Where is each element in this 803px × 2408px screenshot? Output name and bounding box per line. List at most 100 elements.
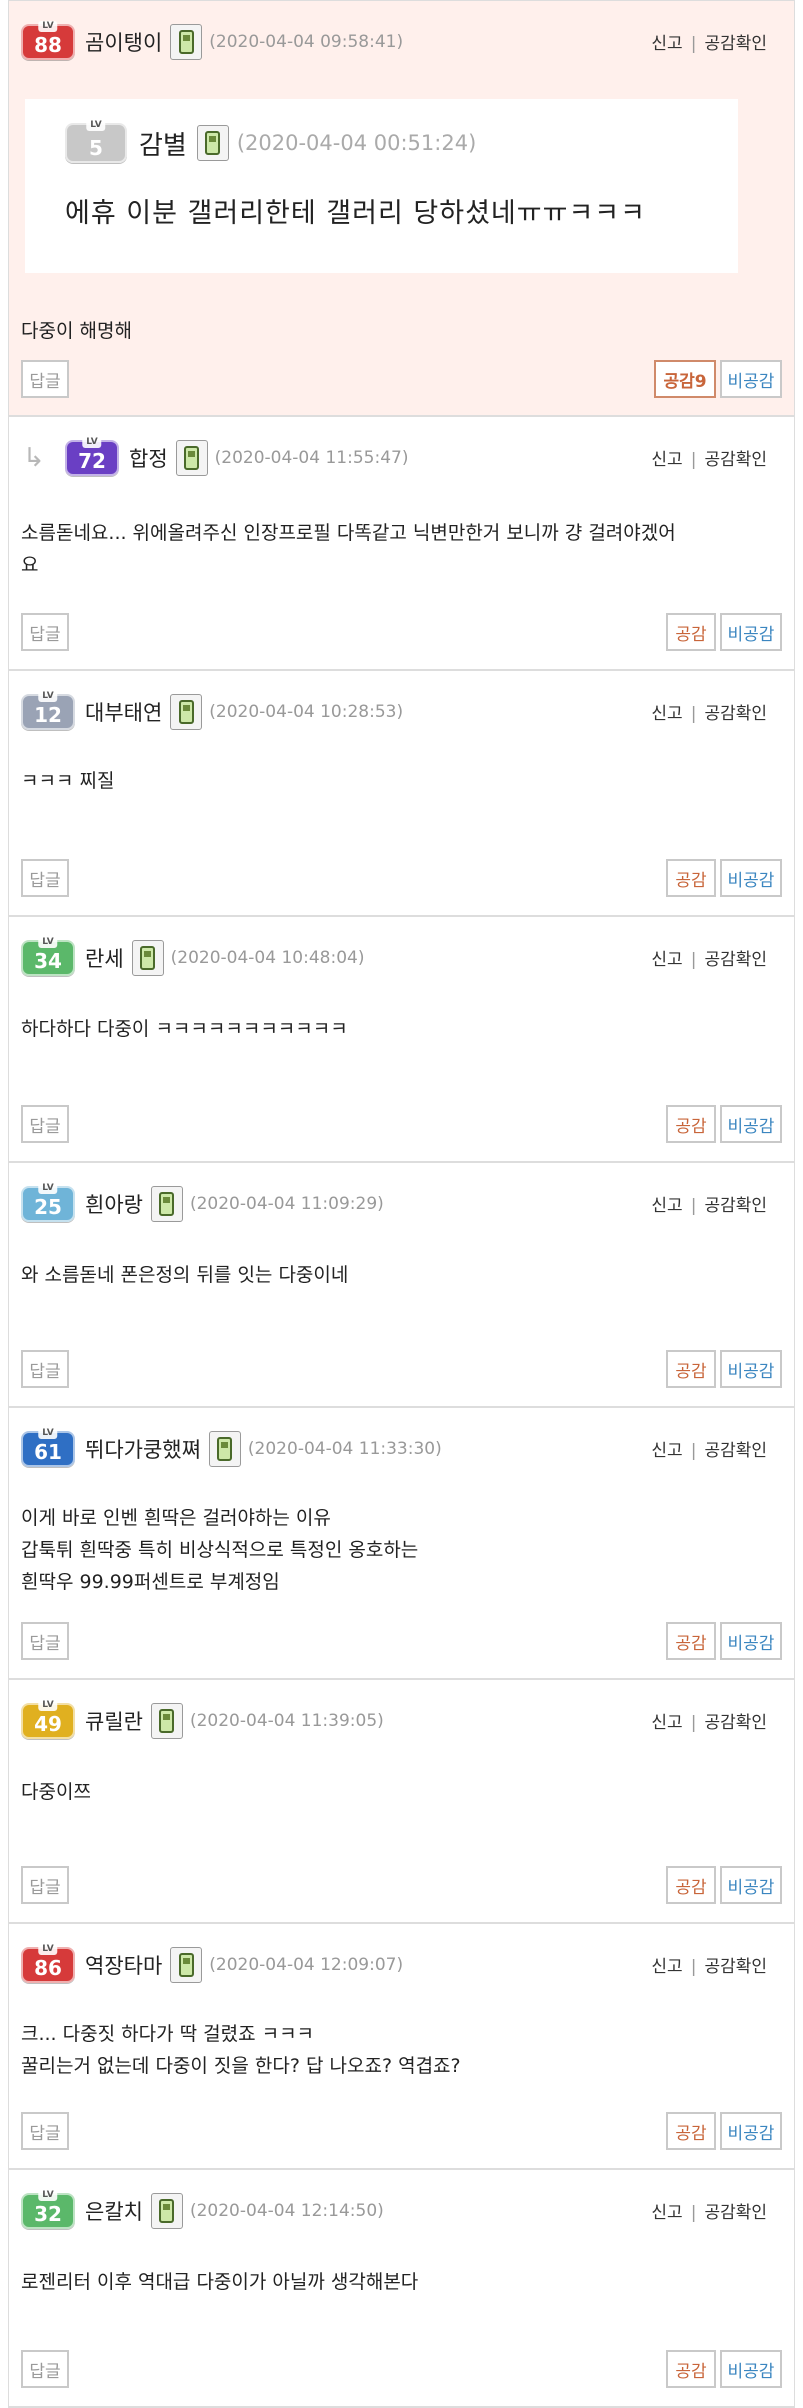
sympathy-check-link[interactable]: 공감확인 [704,1713,767,1733]
comment-header: LV 61 뛰다가쿵했쪄 (2020-04-04 11:33:30) [21,1428,442,1468]
report-link[interactable]: 신고 [651,704,682,724]
level-badge-icon: LV 72 [65,437,119,476]
reply-button[interactable]: 답글 [21,2350,69,2388]
comment-actions-top: 신고 | 공감확인 [651,29,767,54]
sympathy-check-link[interactable]: 공감확인 [704,704,767,724]
comment-text: 이게 바로 인벤 흰딱은 걸러야하는 이유 갑툭튀 흰딱중 특히 비상식적으로 특… [21,1502,780,1598]
dislike-button[interactable]: 비공감 [720,1866,782,1904]
comment-header: LV 25 흰아랑 (2020-04-04 11:09:29) [21,1183,384,1223]
report-link[interactable]: 신고 [651,1441,682,1461]
sympathy-check-link[interactable]: 공감확인 [704,1957,767,1977]
dislike-button[interactable]: 비공감 [720,2350,782,2388]
quoted-date: (2020-04-04 00:51:24) [236,131,477,155]
level-number: 86 [34,1956,62,1980]
mobile-phone-icon [131,940,164,976]
level-badge-icon: LV 61 [21,1428,75,1467]
mobile-phone-icon [150,2193,183,2229]
report-link[interactable]: 신고 [651,2203,682,2223]
report-link[interactable]: 신고 [651,1957,682,1977]
quoted-text: 에휴 이분 갤러리한테 갤러리 당하셨네ㅠㅠㅋㅋㅋ [65,198,646,229]
reply-button[interactable]: 답글 [21,1866,69,1904]
dislike-button[interactable]: 비공감 [720,2112,782,2150]
level-tag: LV [38,1700,58,1711]
author-name[interactable]: 란세 [85,943,124,973]
reply-button[interactable]: 답글 [21,2112,69,2150]
dislike-button[interactable]: 비공감 [720,1105,782,1143]
author-name[interactable]: 합정 [129,443,168,473]
comment-item: LV 49 큐릴란 (2020-04-04 11:39:05) 신고 | 공감확인다중이쯔답… [8,1680,795,1924]
report-link[interactable]: 신고 [651,450,682,470]
separator: | [690,450,697,470]
comment-header: LV 49 큐릴란 (2020-04-04 11:39:05) [21,1700,384,1740]
mobile-phone-icon [208,1431,241,1467]
comment-item: LV 12 대부태연 (2020-04-04 10:28:53) 신고 | 공감확인 ㅋㅋㅋ … [8,671,795,917]
reply-arrow-icon: ↳ [23,443,45,473]
comment-date: (2020-04-04 09:58:41) [209,32,404,52]
level-badge-icon: LV 34 [21,937,75,976]
comment-item: LV 61 뛰다가쿵했쪄 (2020-04-04 11:33:30) 신고 | 공감확인 이게… [8,1408,795,1680]
comment-date: (2020-04-04 12:14:50) [189,2201,384,2221]
comment-date: (2020-04-04 11:55:47) [214,448,409,468]
like-button[interactable]: 공감 [666,859,716,897]
like-button[interactable]: 공감 [666,1866,716,1904]
level-badge-icon: LV 86 [21,1944,75,1983]
report-link[interactable]: 신고 [651,1713,682,1733]
author-name[interactable]: 곰이탱이 [85,27,162,57]
reply-button[interactable]: 답글 [21,1622,69,1660]
dislike-button[interactable]: 비공감 [720,360,782,398]
level-tag: LV [38,1944,58,1955]
dislike-button[interactable]: 비공감 [720,1350,782,1388]
author-name[interactable]: 역장타마 [85,1950,162,1980]
sympathy-check-link[interactable]: 공감확인 [704,34,767,54]
comment-header: ↳ LV 72 합정 (2020-04-04 11:55:47) [21,437,409,477]
reply-button[interactable]: 답글 [21,859,69,897]
level-badge-icon: LV 25 [21,1183,75,1222]
reply-button[interactable]: 답글 [21,613,69,651]
quoted-header: LV 5 감별 (2020-04-04 00:51:24) [65,120,477,163]
comment-actions-top: 신고 | 공감확인 [651,1708,767,1733]
reply-button[interactable]: 답글 [21,360,69,398]
sympathy-check-link[interactable]: 공감확인 [704,2203,767,2223]
sympathy-check-link[interactable]: 공감확인 [704,450,767,470]
comment-header: LV 34 란세 (2020-04-04 10:48:04) [21,937,364,977]
comment-text-line: 크... 다중짓 하다가 딱 걸렸죠 ㅋㅋㅋ [21,2023,315,2045]
sympathy-check-link[interactable]: 공감확인 [704,1196,767,1216]
separator: | [690,1196,697,1216]
like-button[interactable]: 공감9 [654,360,716,398]
like-button[interactable]: 공감 [666,1350,716,1388]
author-name[interactable]: 큐릴란 [85,1706,143,1736]
like-button[interactable]: 공감 [666,1105,716,1143]
author-name[interactable]: 은칼치 [85,2196,143,2226]
level-number: 61 [34,1440,62,1464]
like-button[interactable]: 공감 [666,2350,716,2388]
separator: | [690,1957,697,1977]
quoted-author-name[interactable]: 감별 [139,125,187,162]
level-badge-icon: LV 88 [21,21,75,60]
mobile-phone-icon [150,1186,183,1222]
comment-item: ↳ LV 72 합정 (2020-04-04 11:55:47) 신고 | 공감확인 소름돋네요… [8,417,795,671]
report-link[interactable]: 신고 [651,950,682,970]
report-link[interactable]: 신고 [651,34,682,54]
dislike-button[interactable]: 비공감 [720,859,782,897]
reply-button[interactable]: 답글 [21,1105,69,1143]
separator: | [690,2203,697,2223]
comment-text-line: 다중이쯔 [21,1781,91,1803]
author-name[interactable]: 흰아랑 [85,1189,143,1219]
report-link[interactable]: 신고 [651,1196,682,1216]
comment-text: 다중이 해명해 [21,315,780,347]
sympathy-check-link[interactable]: 공감확인 [704,950,767,970]
level-tag: LV [82,437,102,448]
author-name[interactable]: 뛰다가쿵했쪄 [85,1434,201,1464]
like-button[interactable]: 공감 [666,1622,716,1660]
dislike-button[interactable]: 비공감 [720,1622,782,1660]
comment-list: LV 88 곰이탱이 (2020-04-04 09:58:41) 신고 | 공감확인 LV 5 감… [0,0,803,2408]
like-button[interactable]: 공감 [666,2112,716,2150]
like-button[interactable]: 공감 [666,613,716,651]
sympathy-check-link[interactable]: 공감확인 [704,1441,767,1461]
comment-date: (2020-04-04 12:09:07) [209,1955,404,1975]
author-name[interactable]: 대부태연 [85,697,162,727]
dislike-button[interactable]: 비공감 [720,613,782,651]
comment-text: ㅋㅋㅋ 찌질 [21,765,780,797]
reply-button[interactable]: 답글 [21,1350,69,1388]
comment-header: LV 12 대부태연 (2020-04-04 10:28:53) [21,691,403,731]
